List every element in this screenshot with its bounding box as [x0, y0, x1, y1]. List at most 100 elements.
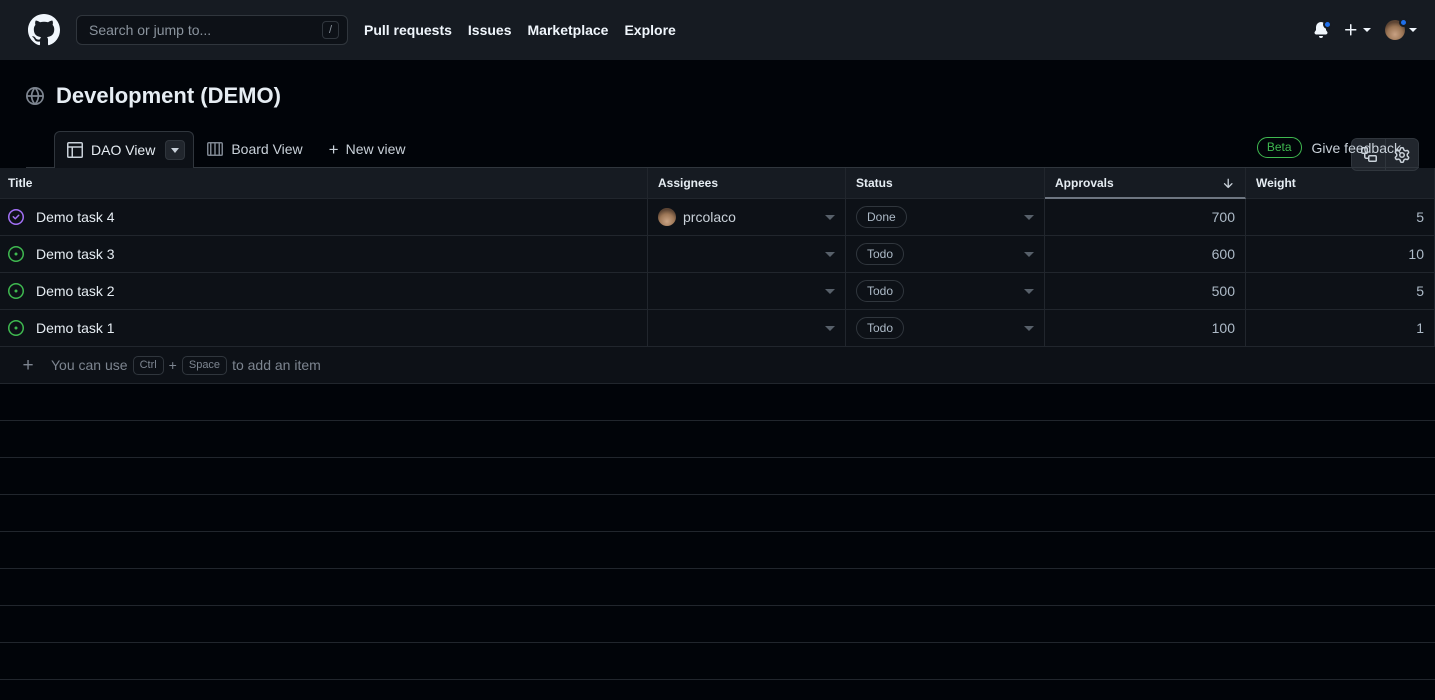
- create-new-button[interactable]: [1343, 22, 1371, 38]
- tabs-right-actions: Beta Give feedback: [1256, 137, 1402, 158]
- notification-dot: [1323, 20, 1332, 29]
- nav-marketplace[interactable]: Marketplace: [528, 22, 609, 38]
- cell-status[interactable]: Done: [846, 199, 1045, 235]
- tab-label: Board View: [231, 141, 303, 157]
- cell-title[interactable]: Demo task 1: [0, 310, 648, 346]
- column-header-assignees[interactable]: Assignees: [648, 168, 846, 199]
- cell-assignees[interactable]: [648, 236, 846, 272]
- chevron-down-icon[interactable]: [825, 325, 835, 331]
- cell-title[interactable]: Demo task 4: [0, 199, 648, 235]
- project-header: Development (DEMO) DAO View Board View +…: [0, 60, 1435, 171]
- task-title: Demo task 2: [36, 283, 115, 299]
- cell-weight[interactable]: 5: [1246, 273, 1435, 309]
- table-row[interactable]: Demo task 3 Todo 600 10: [0, 236, 1435, 273]
- tab-dao-view[interactable]: DAO View: [54, 131, 195, 168]
- view-tabs: DAO View Board View + New view Beta Give…: [26, 126, 1419, 168]
- chevron-down-icon: [1363, 28, 1371, 32]
- arrow-down-icon: [1221, 176, 1235, 190]
- cell-weight[interactable]: 10: [1246, 236, 1435, 272]
- status-badge: Todo: [856, 243, 905, 265]
- nav-issues[interactable]: Issues: [468, 22, 512, 38]
- cell-approvals[interactable]: 100: [1045, 310, 1246, 346]
- chevron-down-icon: [171, 147, 180, 153]
- cell-weight[interactable]: 5: [1246, 199, 1435, 235]
- user-menu-button[interactable]: [1385, 18, 1417, 40]
- cell-status[interactable]: Todo: [846, 236, 1045, 272]
- cell-approvals[interactable]: 500: [1045, 273, 1246, 309]
- nav-pull-requests[interactable]: Pull requests: [364, 22, 452, 38]
- column-header-title[interactable]: Title: [0, 168, 648, 199]
- chevron-down-icon[interactable]: [1024, 214, 1034, 220]
- add-item-hint: You can use Ctrl + Space to add an item: [51, 355, 321, 375]
- add-item-row[interactable]: + You can use Ctrl + Space to add an ite…: [0, 347, 1435, 384]
- empty-row: [0, 384, 1435, 421]
- give-feedback-link[interactable]: Give feedback: [1312, 140, 1402, 156]
- nav-explore[interactable]: Explore: [624, 22, 675, 38]
- task-title: Demo task 1: [36, 320, 115, 336]
- cell-assignees[interactable]: [648, 310, 846, 346]
- chevron-down-icon[interactable]: [1024, 251, 1034, 257]
- search-input[interactable]: Search or jump to... /: [76, 15, 348, 45]
- new-view-label: New view: [345, 141, 406, 157]
- empty-row: [0, 606, 1435, 643]
- avatar-status-dot: [1399, 18, 1408, 27]
- page-title: Development (DEMO): [56, 83, 281, 108]
- new-view-button[interactable]: + New view: [316, 130, 419, 167]
- chevron-down-icon[interactable]: [1024, 288, 1034, 294]
- issue-opened-icon: [8, 320, 24, 336]
- task-title: Demo task 3: [36, 246, 115, 262]
- cell-status[interactable]: Todo: [846, 310, 1045, 346]
- table-icon: [67, 142, 83, 158]
- notifications-button[interactable]: [1313, 20, 1332, 38]
- column-header-approvals[interactable]: Approvals: [1045, 168, 1246, 199]
- cell-weight[interactable]: 1: [1246, 310, 1435, 346]
- column-header-status[interactable]: Status: [846, 168, 1045, 199]
- project-table: Title Assignees Status Approvals Weight …: [0, 168, 1435, 700]
- assignee-name: prcolaco: [683, 209, 736, 225]
- cell-title[interactable]: Demo task 3: [0, 236, 648, 272]
- chevron-down-icon[interactable]: [1024, 325, 1034, 331]
- chevron-down-icon[interactable]: [825, 251, 835, 257]
- project-title-row: Development (DEMO): [26, 82, 1419, 110]
- empty-row: [0, 643, 1435, 680]
- issue-opened-icon: [8, 246, 24, 262]
- tab-menu-button[interactable]: [165, 140, 186, 160]
- github-logo-icon[interactable]: [28, 14, 60, 46]
- chevron-down-icon[interactable]: [825, 214, 835, 220]
- empty-row: [0, 680, 1435, 700]
- tab-board-view[interactable]: Board View: [194, 130, 315, 167]
- plus-icon: +: [328, 139, 339, 159]
- avatar: [658, 208, 676, 226]
- table-row[interactable]: Demo task 2 Todo 500 5: [0, 273, 1435, 310]
- table-row[interactable]: Demo task 1 Todo 100 1: [0, 310, 1435, 347]
- empty-row: [0, 569, 1435, 606]
- chevron-down-icon[interactable]: [825, 288, 835, 294]
- assignee: prcolaco: [658, 208, 825, 226]
- issue-opened-icon: [8, 283, 24, 299]
- tab-label: DAO View: [91, 142, 156, 158]
- status-badge: Beta: [1256, 137, 1302, 158]
- board-icon: [207, 142, 224, 156]
- status-badge: Todo: [856, 280, 905, 302]
- cell-approvals[interactable]: 600: [1045, 236, 1246, 272]
- search-shortcut-badge: /: [321, 21, 339, 39]
- primary-nav: Pull requests Issues Marketplace Explore: [364, 22, 676, 38]
- kbd-space: Space: [181, 355, 228, 375]
- cell-approvals[interactable]: 700: [1045, 199, 1246, 235]
- global-header: Search or jump to... / Pull requests Iss…: [0, 0, 1435, 60]
- cell-assignees[interactable]: [648, 273, 846, 309]
- status-badge: Todo: [856, 317, 905, 339]
- search-placeholder: Search or jump to...: [89, 22, 212, 38]
- empty-row: [0, 495, 1435, 532]
- column-header-weight[interactable]: Weight: [1246, 168, 1435, 199]
- table-row[interactable]: Demo task 4 prcolaco Done 700 5: [0, 199, 1435, 236]
- empty-row: [0, 421, 1435, 458]
- status-badge: Done: [856, 206, 907, 228]
- task-title: Demo task 4: [36, 209, 115, 225]
- cell-title[interactable]: Demo task 2: [0, 273, 648, 309]
- kbd-ctrl: Ctrl: [132, 355, 164, 375]
- cell-status[interactable]: Todo: [846, 273, 1045, 309]
- cell-assignees[interactable]: prcolaco: [648, 199, 846, 235]
- issue-closed-icon: [8, 209, 24, 225]
- chevron-down-icon: [1409, 28, 1417, 32]
